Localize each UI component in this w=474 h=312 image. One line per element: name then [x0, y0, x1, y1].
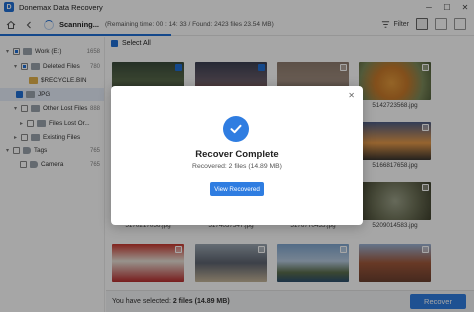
recover-complete-dialog: ✕ Recover Complete Recovered: 2 files (1… — [111, 86, 363, 225]
dialog-close-icon[interactable]: ✕ — [348, 91, 355, 100]
view-recovered-button[interactable]: View Recovered — [210, 182, 264, 196]
dialog-title: Recover Complete — [195, 149, 279, 160]
success-check-icon — [223, 116, 249, 142]
dialog-subtitle: Recovered: 2 files (14.89 MB) — [192, 163, 282, 170]
